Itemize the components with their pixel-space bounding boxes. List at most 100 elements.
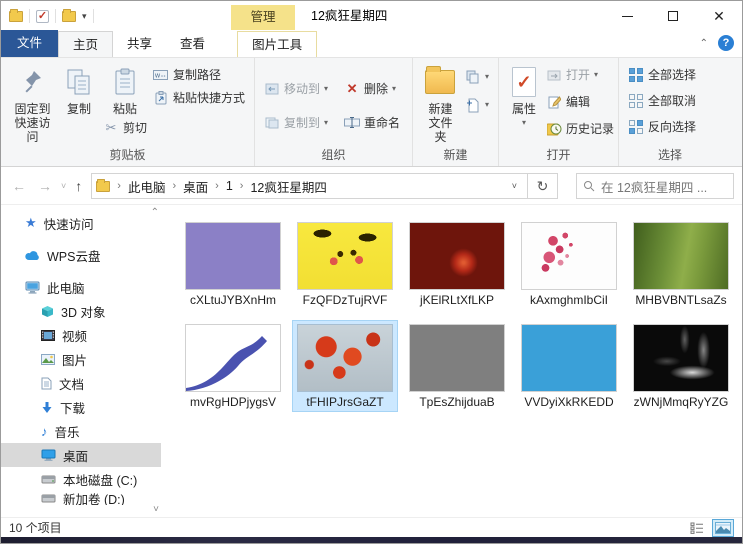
new-folder-button[interactable]: 新建文件夹 [419,63,462,146]
sidebar-label: 图片 [62,353,88,368]
file-item[interactable]: mvRgHDPjygsV [181,321,285,411]
file-item[interactable]: kAxmghmIbCiI [517,219,621,309]
sidebar-item-desktop[interactable]: 桌面 [1,443,161,467]
large-icons-view-icon[interactable] [712,518,734,537]
properties-button[interactable]: ✓ 属性 ▾ [505,63,543,132]
maximize-button[interactable] [650,1,696,31]
sidebar-label: 音乐 [54,425,80,440]
breadcrumb-separator: › [215,180,219,192]
close-button[interactable]: ✕ [696,1,742,31]
qat-dropdown-icon[interactable]: ▾ [82,11,87,22]
breadcrumb-desktop[interactable]: 桌面 [183,177,208,196]
picture-icon [41,353,55,365]
tab-home[interactable]: 主页 [58,31,114,57]
file-item-selected[interactable]: tFHIPJrsGaZT [292,320,398,412]
collapse-ribbon-icon[interactable]: ⌃ [700,38,708,49]
file-thumbnail [298,223,392,289]
breadcrumb-separator: › [239,180,244,192]
sidebar-item-videos[interactable]: 视频 [1,323,161,347]
new-folder-icon[interactable] [62,8,76,22]
file-item[interactable]: FzQFDzTujRVF [293,219,397,309]
properties-check-icon[interactable]: ✓ [36,9,49,23]
help-icon[interactable]: ? [718,35,734,51]
open-button[interactable]: 打开 ▾ [543,65,617,85]
rename-button[interactable]: 重命名 [341,113,403,133]
scroll-up-icon[interactable]: ⌃ [151,207,159,218]
file-thumbnail [186,223,280,289]
breadcrumb[interactable]: › 此电脑 › 桌面 › 1 › 12疯狂星期四 ˅ [91,173,528,199]
copy-button[interactable]: 复制 [58,63,100,118]
invert-selection-icon [628,119,644,135]
easy-access-button[interactable]: ▾ [462,67,492,87]
select-none-label: 全部取消 [648,94,697,108]
scissors-icon: ✂ [105,120,117,135]
sidebar-item-3d-objects[interactable]: 3D 对象 [1,299,161,323]
sidebar-item-documents[interactable]: 文档 [1,371,161,395]
refresh-button[interactable]: ↻ [528,173,558,199]
forward-icon[interactable]: → [35,178,55,194]
file-name: tFHIPJrsGaZT [306,395,384,409]
scroll-down-icon[interactable]: ˅ [153,504,159,515]
copy-to-icon [264,115,280,131]
chevron-down-icon: ▾ [521,118,526,127]
sidebar-item-this-pc[interactable]: 此电脑 [1,275,161,299]
copy-icon [62,65,96,99]
back-icon[interactable]: ← [9,178,29,194]
select-all-button[interactable]: 全部选择 [625,65,699,85]
properties-label: 属性 [511,102,536,116]
sidebar-item-downloads[interactable]: 下载 [1,395,161,419]
tab-picture-tools[interactable]: 图片工具 [237,31,318,57]
copy-to-button[interactable]: 复制到 ▾ [261,113,331,133]
move-to-button[interactable]: 移动到 ▾ [261,79,331,99]
pin-label: 固定到快速访问 [14,102,51,144]
sidebar-item-pictures[interactable]: 图片 [1,347,161,371]
sidebar-item-wps-cloud[interactable]: WPS云盘 [1,243,161,267]
file-item[interactable]: TpEsZhijduaB [405,321,509,411]
history-button[interactable]: 历史记录 [543,119,617,139]
edit-button[interactable]: 编辑 [543,92,617,112]
file-item[interactable]: jKElRLtXfLKP [405,219,509,309]
select-none-button[interactable]: 全部取消 [625,91,699,111]
tab-file[interactable]: 文件 [1,30,59,57]
new-item-button[interactable]: ▾ [462,95,492,115]
sidebar-item-new-volume-d[interactable]: 新加卷 (D:) [1,491,161,505]
copy-to-label: 复制到 [284,115,321,130]
paste-button[interactable]: 粘贴 [104,63,146,118]
paste-shortcut-label: 粘贴快捷方式 [172,91,245,105]
search-input[interactable]: 在 12疯狂星期四 ... [576,173,734,199]
file-item[interactable]: VVDyiXkRKEDD [517,321,621,411]
sidebar-item-quick-access[interactable]: ★ 快速访问 [1,211,161,235]
cut-button[interactable]: ✂ 剪切 [100,118,150,138]
file-item[interactable]: MHBVBNTLsaZs [629,219,733,309]
invert-selection-button[interactable]: 反向选择 [625,117,699,137]
details-view-icon[interactable] [686,519,708,537]
copy-label: 复制 [66,102,91,116]
clipboard-group-label: 剪贴板 [109,148,146,162]
pin-to-quick-access-button[interactable]: 固定到快速访问 [7,63,58,146]
paste-shortcut-button[interactable]: 粘贴快捷方式 [150,88,248,108]
breadcrumb-current[interactable]: 12疯狂星期四 [250,177,326,196]
recent-locations-icon[interactable]: ˅ [61,181,66,191]
breadcrumb-1[interactable]: 1 [226,179,233,193]
sidebar-label: 文档 [59,377,85,392]
tab-view[interactable]: 查看 [166,31,219,57]
sidebar-item-local-disk-c[interactable]: 本地磁盘 (C:) [1,467,161,491]
select-all-icon [628,67,644,83]
up-icon[interactable]: ↑ [72,178,85,194]
file-thumbnail [186,325,280,391]
delete-button[interactable]: ✕ 删除 ▾ [341,79,403,99]
sidebar-item-music[interactable]: ♪ 音乐 [1,419,161,443]
breadcrumb-this-pc[interactable]: 此电脑 [128,177,166,196]
copy-path-button[interactable]: w 复制路径 [150,65,248,85]
paste-shortcut-icon [153,90,169,106]
address-dropdown-icon[interactable]: ˅ [506,181,523,191]
tab-share[interactable]: 共享 [113,31,166,57]
file-item[interactable]: cXLtuJYBXnHm [181,219,285,309]
file-item[interactable]: zWNjMmqRyYZG [629,321,733,411]
move-to-icon [264,81,280,97]
group-organize: 移动到 ▾ 复制到 ▾ ✕ 删除 ▾ 重命名 组织 [255,58,413,166]
copy-path-icon: w [153,67,169,83]
folder-icon[interactable] [9,8,23,22]
minimize-button[interactable] [604,1,650,31]
tab-manage[interactable]: 管理 [231,5,295,30]
